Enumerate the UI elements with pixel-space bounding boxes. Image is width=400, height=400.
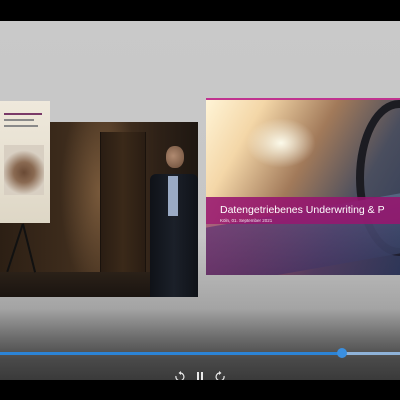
- progress-thumb[interactable]: [337, 348, 347, 358]
- video-stage[interactable]: Datengetriebenes Underwriting & P Köln, …: [0, 21, 400, 380]
- top-black-bar: [0, 0, 400, 21]
- progress-fill: [0, 352, 342, 355]
- presenter: [148, 146, 198, 297]
- banner-photo: [4, 145, 44, 195]
- banner-text-line: [4, 119, 34, 121]
- slide-subtitle: Köln, 01. September 2021: [220, 218, 273, 223]
- presenter-head: [166, 146, 184, 168]
- slide-sunlight: [246, 118, 316, 168]
- slide-lower-overlay: [206, 224, 400, 275]
- bottom-black-bar: [0, 380, 400, 400]
- banner-text-line: [4, 125, 38, 127]
- banner-text-line: [4, 113, 42, 115]
- slide-title: Datengetriebenes Underwriting & P: [220, 204, 385, 216]
- roll-up-banner: [0, 101, 50, 223]
- background-door: [100, 132, 146, 282]
- presentation-slide: Datengetriebenes Underwriting & P Köln, …: [206, 98, 400, 275]
- presenter-shirt: [168, 176, 178, 216]
